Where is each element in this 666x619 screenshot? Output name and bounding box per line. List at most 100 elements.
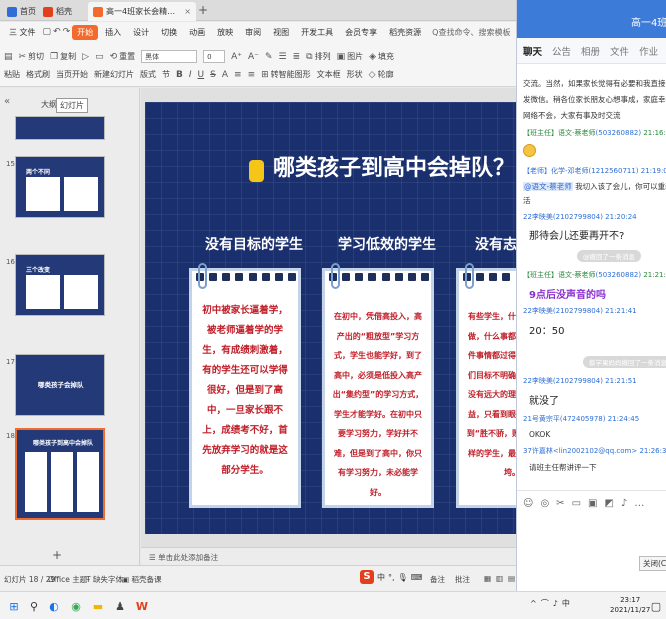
chat-tab-notice[interactable]: 公告 [552,44,571,58]
chrome-icon[interactable]: ◉ [68,598,84,614]
italic-icon[interactable]: I [189,70,192,80]
docer-prep-button[interactable]: ▣ 稻壳备课 [122,574,161,585]
chat-tab-homework[interactable]: 作业 [639,44,658,58]
chat-tab-album[interactable]: 相册 [581,44,600,58]
slide-thumbnail-14[interactable] [15,116,105,140]
menu-view[interactable]: 视图 [268,25,294,40]
slide-thumbnail-16[interactable]: 三个改变 [15,254,105,316]
outline-button[interactable]: ◇ 轮廓 [369,69,394,80]
content-card-1[interactable]: 初中被家长逼着学，被老师逼着学的学生，有成绩刺激着，有的学生还可以学得很好，但是… [189,263,301,508]
slide-thumbnail-15[interactable]: 两个不同 [15,156,105,218]
menu-review[interactable]: 审阅 [240,25,266,40]
menu-start[interactable]: 开始 [72,24,99,40]
decrease-font-icon[interactable]: A⁻ [248,52,259,62]
chat-tab-files[interactable]: 文件 [610,44,629,58]
redo-icon[interactable]: ↷ [63,27,71,37]
menu-docer-resources[interactable]: 稻壳资源 [384,25,426,40]
comment-toggle-button[interactable]: 批注 [455,574,470,585]
file-explorer-icon[interactable]: ▬ [90,598,106,614]
align-left-icon[interactable]: ≡ [234,70,242,80]
column-heading-3[interactable]: 没有志向的学生 [475,234,516,254]
textbox-button[interactable]: 文本框 [317,69,341,80]
more-icon[interactable]: … [634,498,644,509]
tab-docer[interactable]: 稻壳 [38,2,77,21]
volume-icon[interactable]: ♪ [553,599,558,608]
content-card-3[interactable]: 有些学生，什么事都不想做，什么事都做不好，每件事情都过得去就好，他们目标不明确，… [456,263,516,508]
system-clock[interactable]: 23:17 2021/11/27 [610,595,650,615]
tab-slides[interactable]: 幻灯片 [56,98,88,113]
close-button[interactable]: 关闭(C) [639,556,666,571]
menu-design[interactable]: 设计 [128,25,154,40]
mic-icon[interactable]: ♪ [621,498,627,509]
strikethrough-icon[interactable]: S [210,70,216,80]
fill-button[interactable]: ◈ 填充 [369,51,394,62]
increase-font-icon[interactable]: A⁺ [231,52,242,62]
reset-button[interactable]: ⟲ 重置 [110,51,136,62]
menu-animation[interactable]: 动画 [184,25,210,40]
gif-icon[interactable]: ◎ [540,498,549,509]
section-button[interactable]: 节 [162,69,170,80]
network-icon[interactable]: ⌒ [541,598,549,609]
chat-tab-chat[interactable]: 聊天 [523,44,542,58]
message-sender[interactable]: 22李映美(2102799804) 21:21:51 [523,376,661,386]
edge-icon[interactable]: ◐ [46,598,62,614]
font-name-select[interactable]: 黑体 [141,50,198,63]
font-color-icon[interactable]: A [222,70,228,80]
reading-view-icon[interactable]: ▤ [508,574,515,583]
smart-art-button[interactable]: ⊞ 转智能图形 [261,69,311,80]
notification-icon[interactable]: ▢ [648,598,664,614]
add-slide-button[interactable]: + [52,548,62,562]
new-slide-button[interactable]: ▭ [95,52,104,62]
menu-slideshow[interactable]: 放映 [212,25,238,40]
search-icon[interactable]: ⚲ [26,598,42,614]
content-card-2[interactable]: 在初中，凭借高投入，高产出的“粗放型”学习方式，学生也能学好，到了高中，必须是低… [322,263,434,508]
ime-indicator-icon[interactable]: 中 [562,598,570,609]
start-menu-icon[interactable]: ⊞ [6,598,22,614]
new-tab-button[interactable]: + [198,3,208,17]
copy-button[interactable]: ❐ 复制 [50,51,76,62]
message-sender[interactable]: 22李映美(2102799804) 21:20:24 [523,212,661,222]
slide-thumbnail-18[interactable]: 哪类孩子到高中会掉队 [15,428,105,520]
message-sender[interactable]: 37许嘉林<lin2002102@qq.com> 21:26:32 [523,446,666,456]
paste-button[interactable]: ▤ [4,52,13,62]
notes-toggle-button[interactable]: 备注 [430,574,445,585]
chat-messages[interactable]: 交流。当然，如果家长觉得有必要和我直接交流，也 发微信。稍各位家长朋友心想事成，… [517,64,666,484]
bold-icon[interactable]: B [176,70,183,80]
tab-document[interactable]: 高一4班家长会精品(1).pptx × [88,2,196,21]
wps-icon[interactable]: W [134,598,150,614]
menu-developer[interactable]: 开发工具 [296,25,338,40]
undo-icon[interactable]: ↶ [53,27,61,37]
align-center-icon[interactable]: ≡ [248,70,256,80]
theme-name[interactable]: Office 主题 [48,574,87,585]
message-sender[interactable]: 22李映美(2102799804) 21:21:41 [523,306,661,316]
message-sender[interactable]: 【班主任】语文-蔡老师(503260882) 21:16:31 [523,128,666,138]
message-sender[interactable]: 21号黄宗平(472405978) 21:24:45 [523,414,661,424]
menu-member[interactable]: 会员专享 [340,25,382,40]
menu-transition[interactable]: 切换 [156,25,182,40]
missing-font-button[interactable]: Ŧ 缺失字体 [86,574,123,585]
sorter-view-icon[interactable]: ▥ [496,574,503,583]
current-slide[interactable]: 哪类孩子到高中会掉队？ 没有目标的学生 学习低效的学生 没有志向的学生 初中被家… [145,102,516,534]
layout-button[interactable]: 版式 [140,69,156,80]
slide-thumbnail-17[interactable]: 哪类孩子会掉队 [15,354,105,416]
scissors-icon[interactable]: ✂ [556,498,564,509]
menu-file[interactable]: 三 文件 [4,25,41,40]
gallery-icon[interactable]: ◩ [604,498,613,509]
tray-expand-icon[interactable]: ^ [530,599,537,608]
tab-home[interactable]: 首页 [2,2,41,21]
cut-button[interactable]: ✂ 剪切 [19,51,45,62]
numbering-icon[interactable]: ≣ [293,52,301,62]
picture-button[interactable]: ▣ 图片 [337,51,364,62]
slide-title[interactable]: 哪类孩子到高中会掉队？ [273,150,515,182]
ime-toolbar[interactable]: S 中 °, 🎙 ⌨ [360,570,422,584]
bullets-icon[interactable]: ☰ [279,52,287,62]
font-size-select[interactable]: 0 [203,50,226,63]
message-sender[interactable]: 【老师】化学-邓老师(1212560711) 21:19:03 [523,166,666,176]
save-icon[interactable]: ▢ [43,27,52,37]
image-icon[interactable]: ▣ [588,498,597,509]
underline-icon[interactable]: U [198,70,205,80]
menu-insert[interactable]: 插入 [100,25,126,40]
arrange-button[interactable]: ⧉ 排列 [306,51,330,62]
command-search[interactable]: Q查找命令、搜索模板 [432,27,510,38]
column-heading-1[interactable]: 没有目标的学生 [205,234,303,254]
